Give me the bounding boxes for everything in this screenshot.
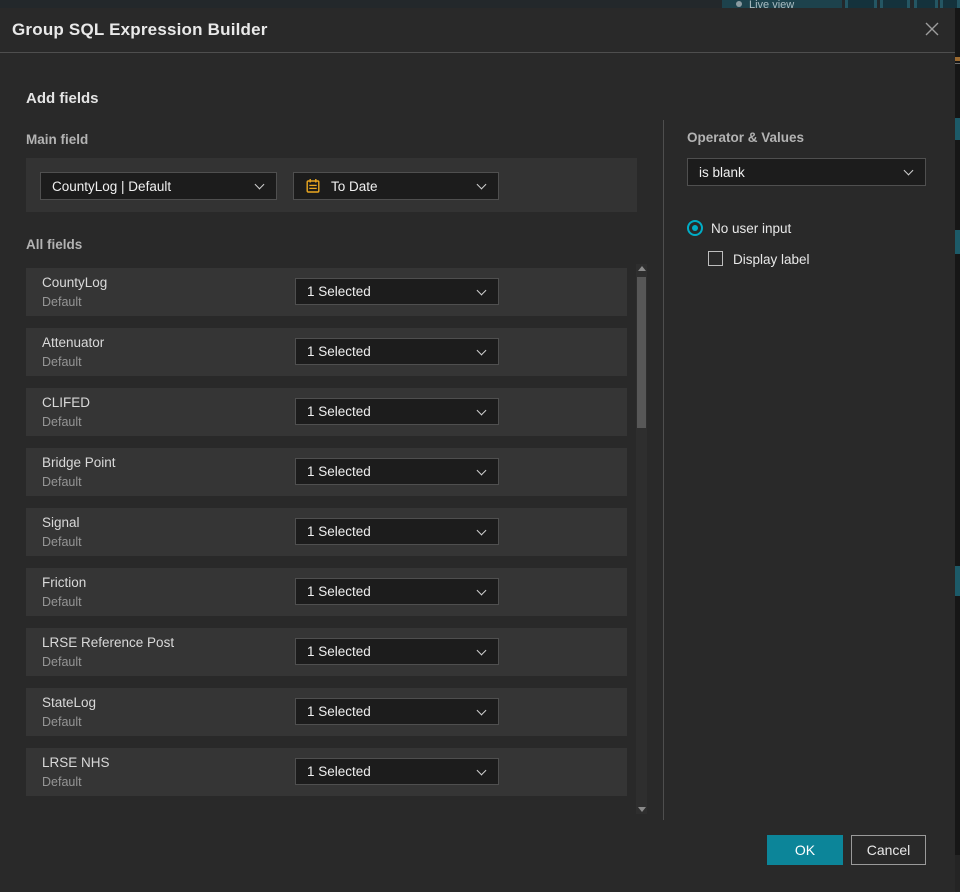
field-subtitle: Default [42,295,82,309]
field-value-select[interactable]: 1 Selected [295,698,499,725]
field-name: CLIFED [42,395,91,410]
chevron-down-icon [477,347,487,357]
field-subtitle: Default [42,715,82,729]
field-name: Bridge Point [42,455,116,470]
main-field-select-value: CountyLog | Default [52,178,172,194]
live-view-label: Live view [749,0,795,8]
field-row: Friction Default 1 Selected [26,568,627,616]
field-subtitle: Default [42,535,82,549]
screen: Live view Group SQL Expression Builder A… [0,0,960,892]
date-field-select[interactable]: To Date [293,172,499,200]
operator-values-label: Operator & Values [687,130,805,145]
chevron-down-icon [255,181,265,191]
background-toolbar-button [940,0,960,8]
field-subtitle: Default [42,595,82,609]
field-value-select[interactable]: 1 Selected [295,338,499,365]
chevron-down-icon [477,287,487,297]
chevron-down-icon [477,707,487,717]
operator-select-value: is blank [699,164,745,180]
date-field-select-value: To Date [331,178,378,194]
chevron-down-icon [477,181,487,191]
chevron-down-icon [477,467,487,477]
field-subtitle: Default [42,415,82,429]
scroll-up-arrow-icon[interactable] [638,266,646,271]
field-row: Attenuator Default 1 Selected [26,328,627,376]
field-subtitle: Default [42,655,82,669]
operator-select[interactable]: is blank [687,158,926,186]
main-field-label: Main field [26,132,89,147]
field-name: StateLog [42,695,97,710]
field-subtitle: Default [42,775,82,789]
chevron-down-icon [477,407,487,417]
background-toolbar-button [845,0,877,8]
live-view-dot-icon [736,1,742,7]
cancel-button[interactable]: Cancel [851,835,926,865]
field-row: CLIFED Default 1 Selected [26,388,627,436]
field-name: Attenuator [42,335,105,350]
all-fields-label: All fields [26,237,83,252]
calendar-icon [306,179,320,193]
group-sql-expression-builder-dialog: Group SQL Expression Builder Add fields … [0,8,955,892]
field-value-select[interactable]: 1 Selected [295,398,499,425]
panel-divider [663,120,664,820]
all-fields-scrollbar[interactable] [636,264,647,814]
scroll-down-arrow-icon[interactable] [638,807,646,812]
add-fields-heading: Add fields [26,90,99,107]
all-fields-list: CountyLog Default 1 Selected Attenuator … [26,268,627,808]
field-name: LRSE Reference Post [42,635,175,650]
radio-selected-icon [687,220,703,236]
field-subtitle: Default [42,355,82,369]
field-value-select[interactable]: 1 Selected [295,458,499,485]
field-name: Signal [42,515,80,530]
background-toolbar-button [914,0,938,8]
close-icon [925,22,939,36]
close-button[interactable] [920,18,944,42]
field-name: LRSE NHS [42,755,110,770]
checkbox-unchecked-icon [708,251,723,266]
live-view-button: Live view [722,0,842,8]
field-row: Signal Default 1 Selected [26,508,627,556]
field-row: CountyLog Default 1 Selected [26,268,627,316]
field-value-select[interactable]: 1 Selected [295,578,499,605]
field-value-select[interactable]: 1 Selected [295,518,499,545]
background-fragment [955,118,960,140]
main-field-panel: CountyLog | Default To Date [26,158,637,212]
background-fragment [955,566,960,596]
background-toolbar: Live view [0,0,960,8]
background-fragment [955,855,960,892]
field-subtitle: Default [42,475,82,489]
main-field-select[interactable]: CountyLog | Default [40,172,277,200]
background-fragment [955,57,960,61]
title-divider [0,52,955,53]
field-row: LRSE NHS Default 1 Selected [26,748,627,796]
field-row: StateLog Default 1 Selected [26,688,627,736]
field-name: Friction [42,575,87,590]
background-toolbar-button [880,0,910,8]
chevron-down-icon [477,527,487,537]
chevron-down-icon [477,647,487,657]
field-value-select[interactable]: 1 Selected [295,278,499,305]
field-value-select[interactable]: 1 Selected [295,638,499,665]
ok-button[interactable]: OK [767,835,843,865]
background-app-edge [955,8,960,892]
checkbox-label: Display label [733,252,810,267]
background-fragment [955,63,960,64]
field-value-select[interactable]: 1 Selected [295,758,499,785]
scrollbar-thumb[interactable] [637,277,646,428]
radio-label: No user input [711,221,792,236]
field-row: Bridge Point Default 1 Selected [26,448,627,496]
field-name: CountyLog [42,275,108,290]
chevron-down-icon [477,587,487,597]
field-row: LRSE Reference Post Default 1 Selected [26,628,627,676]
dialog-title: Group SQL Expression Builder [12,20,268,39]
chevron-down-icon [477,767,487,777]
background-fragment [955,230,960,254]
chevron-down-icon [904,167,914,177]
